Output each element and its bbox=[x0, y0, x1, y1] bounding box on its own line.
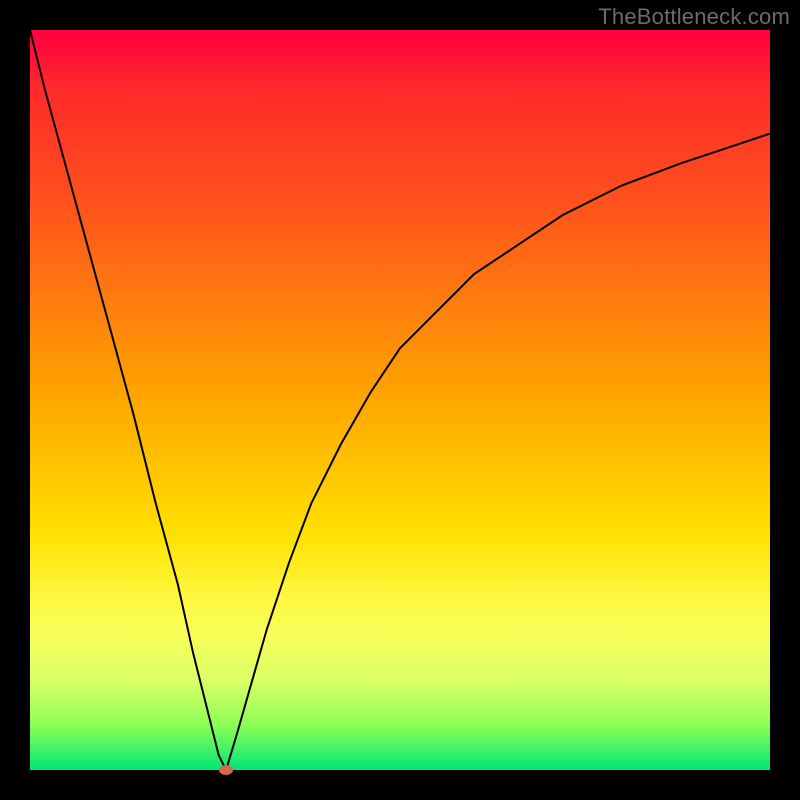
curve-svg bbox=[30, 30, 770, 770]
watermark-text: TheBottleneck.com bbox=[598, 4, 790, 30]
chart-frame: TheBottleneck.com bbox=[0, 0, 800, 800]
minimum-marker bbox=[219, 765, 233, 775]
plot-area bbox=[30, 30, 770, 770]
curve-path bbox=[30, 30, 770, 770]
